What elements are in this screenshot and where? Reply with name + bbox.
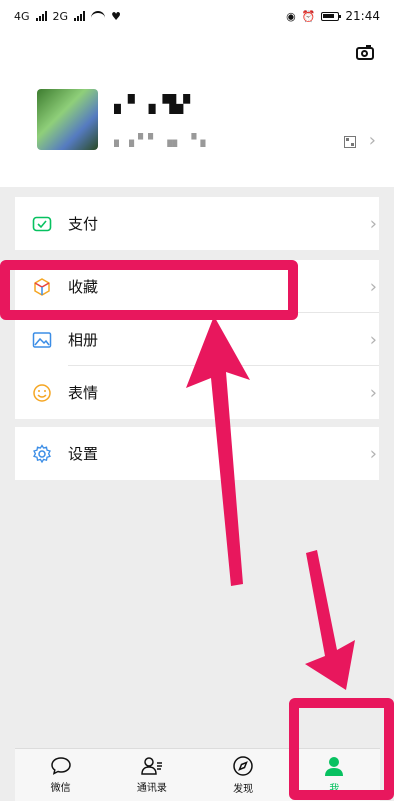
annotation-arrows [186, 316, 355, 690]
arrow-up-annotation [186, 316, 250, 586]
arrow-down-annotation [305, 550, 355, 690]
screen: 4G 2G ♥ ◉ ⏰ 21:44 ▖▘▗▝▙▘ ▖▗ ▘▘ ▗▖ ▝ ▖ › … [0, 0, 394, 801]
